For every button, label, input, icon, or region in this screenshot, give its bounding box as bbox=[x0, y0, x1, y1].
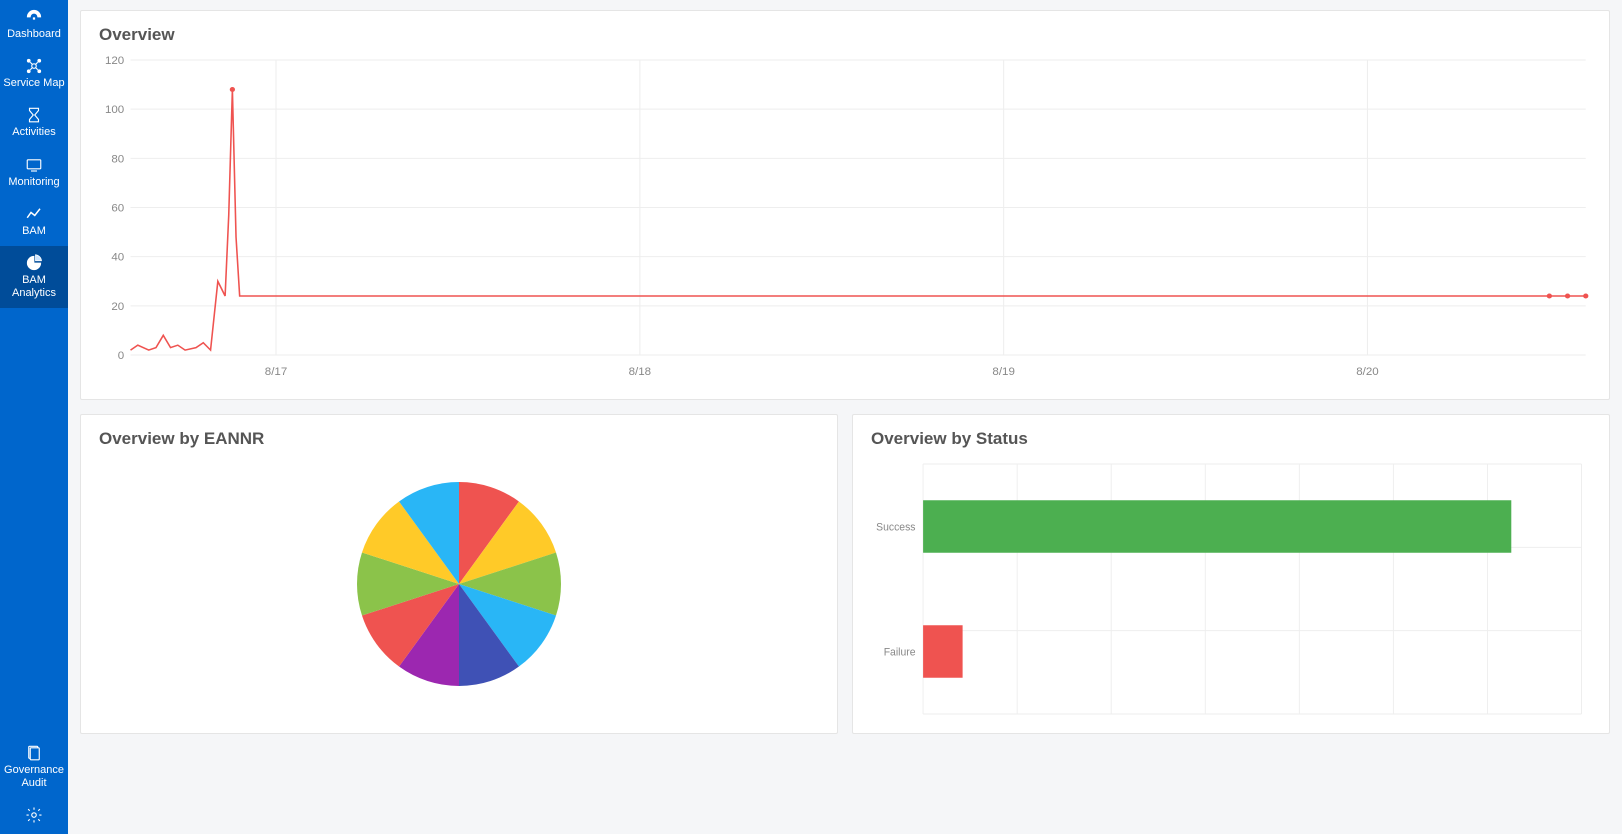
svg-text:20: 20 bbox=[111, 301, 124, 313]
status-title: Overview by Status bbox=[871, 429, 1591, 449]
sidebar-item-label: Activities bbox=[12, 126, 55, 139]
svg-text:8/20: 8/20 bbox=[1356, 366, 1378, 378]
sidebar-item-bam-analytics[interactable]: BAM Analytics bbox=[0, 246, 68, 308]
sidebar-item-dashboard[interactable]: Dashboard bbox=[0, 0, 68, 49]
status-card: Overview by Status Success Failure bbox=[852, 414, 1610, 734]
sidebar-item-bam[interactable]: BAM bbox=[0, 197, 68, 246]
svg-text:8/19: 8/19 bbox=[992, 366, 1014, 378]
sidebar-top: Dashboard Service Map Activities Monitor… bbox=[0, 0, 68, 736]
sidebar-item-label: Dashboard bbox=[7, 28, 61, 41]
sidebar-item-governance-audit[interactable]: Governance Audit bbox=[0, 736, 68, 798]
sidebar-item-label: BAM bbox=[22, 225, 46, 238]
monitoring-icon bbox=[24, 156, 44, 174]
svg-text:Success: Success bbox=[876, 521, 915, 533]
dashboard-icon bbox=[24, 8, 44, 26]
status-bar-chart: Success Failure bbox=[871, 459, 1591, 719]
servicemap-icon bbox=[24, 57, 44, 75]
eannr-card: Overview by EANNR bbox=[80, 414, 838, 734]
sidebar-item-label: Governance Audit bbox=[2, 764, 66, 790]
settings-icon bbox=[24, 806, 44, 824]
overview-line-chart: 0 20 40 60 80 100 120 8/17 8/18 8/19 8/20 bbox=[99, 55, 1591, 385]
sidebar-item-settings[interactable] bbox=[0, 798, 68, 834]
svg-text:0: 0 bbox=[118, 350, 124, 362]
sidebar-item-activities[interactable]: Activities bbox=[0, 98, 68, 147]
overview-card: Overview 0 20 40 60 80 100 120 8/17 8/18 8/19 8/20 bbox=[80, 10, 1610, 400]
svg-text:Failure: Failure bbox=[884, 646, 916, 658]
overview-title: Overview bbox=[99, 25, 1591, 45]
activities-icon bbox=[24, 106, 44, 124]
sidebar-bottom: Governance Audit bbox=[0, 736, 68, 834]
main-content: Overview 0 20 40 60 80 100 120 8/17 8/18 8/19 8/20… bbox=[68, 0, 1622, 834]
svg-text:60: 60 bbox=[111, 203, 124, 215]
eannr-title: Overview by EANNR bbox=[99, 429, 819, 449]
bam-icon bbox=[24, 205, 44, 223]
svg-text:80: 80 bbox=[111, 154, 124, 166]
svg-text:8/17: 8/17 bbox=[265, 366, 287, 378]
sidebar-item-label: Service Map bbox=[3, 77, 64, 90]
sidebar: Dashboard Service Map Activities Monitor… bbox=[0, 0, 68, 834]
bamanalytics-icon bbox=[24, 254, 44, 272]
svg-text:120: 120 bbox=[105, 55, 124, 67]
governance-icon bbox=[24, 744, 44, 762]
svg-text:8/18: 8/18 bbox=[629, 366, 651, 378]
sidebar-item-label: Monitoring bbox=[8, 176, 59, 189]
sidebar-item-service-map[interactable]: Service Map bbox=[0, 49, 68, 98]
sidebar-item-monitoring[interactable]: Monitoring bbox=[0, 148, 68, 197]
eannr-pie-chart bbox=[99, 459, 819, 709]
svg-text:40: 40 bbox=[111, 252, 124, 264]
svg-text:100: 100 bbox=[105, 104, 124, 116]
sidebar-item-label: BAM Analytics bbox=[2, 274, 66, 300]
